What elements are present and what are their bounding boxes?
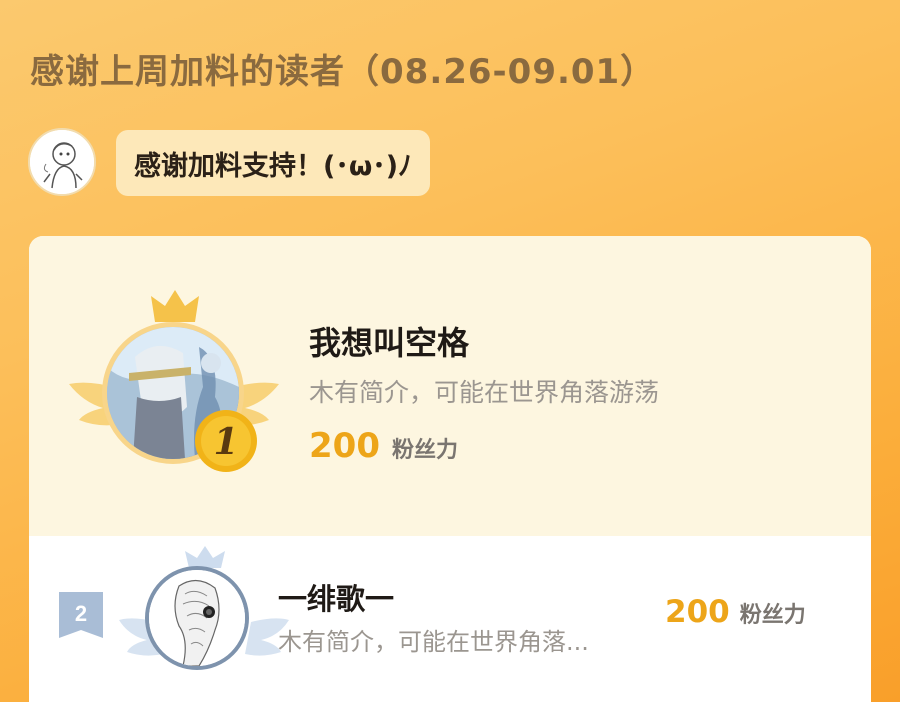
reader-1-fan-unit: 粉丝力 bbox=[391, 438, 458, 463]
page-title: 感谢上周加料的读者（08.26-09.01） bbox=[30, 52, 656, 92]
sketch-girl-avatar-icon bbox=[149, 570, 245, 666]
reader-2-description: 木有简介，可能在世界角落... bbox=[278, 628, 589, 656]
reader-2-fan-value: 200 bbox=[665, 594, 730, 630]
rank-1-number: 1 bbox=[213, 421, 238, 463]
reader-2-fan-unit: 粉丝力 bbox=[739, 603, 806, 628]
reader-2-avatar[interactable] bbox=[145, 566, 249, 670]
reader-1-fan-value: 200 bbox=[309, 426, 380, 466]
author-sketch-avatar-icon bbox=[30, 130, 94, 194]
author-message-bubble: 感谢加料支持！(･ω･)ﾉ bbox=[116, 130, 430, 196]
reader-2-fan-power: 200 粉丝力 bbox=[665, 594, 806, 630]
supporters-card: 1 我想叫空格 木有简介，可能在世界角落游荡 200 粉丝力 2 一绯歌一 木有… bbox=[29, 236, 871, 702]
reader-2-name[interactable]: 一绯歌一 bbox=[278, 576, 394, 618]
reader-1-name[interactable]: 我想叫空格 bbox=[309, 318, 469, 364]
rank-2-number: 2 bbox=[75, 601, 87, 626]
reader-1-description: 木有简介，可能在世界角落游荡 bbox=[309, 378, 660, 407]
author-avatar[interactable] bbox=[28, 128, 96, 196]
reader-1-fan-power: 200 粉丝力 bbox=[309, 426, 458, 466]
rank-1-medal-icon: 1 bbox=[195, 410, 257, 472]
rank-2-flag-icon: 2 bbox=[59, 592, 103, 638]
